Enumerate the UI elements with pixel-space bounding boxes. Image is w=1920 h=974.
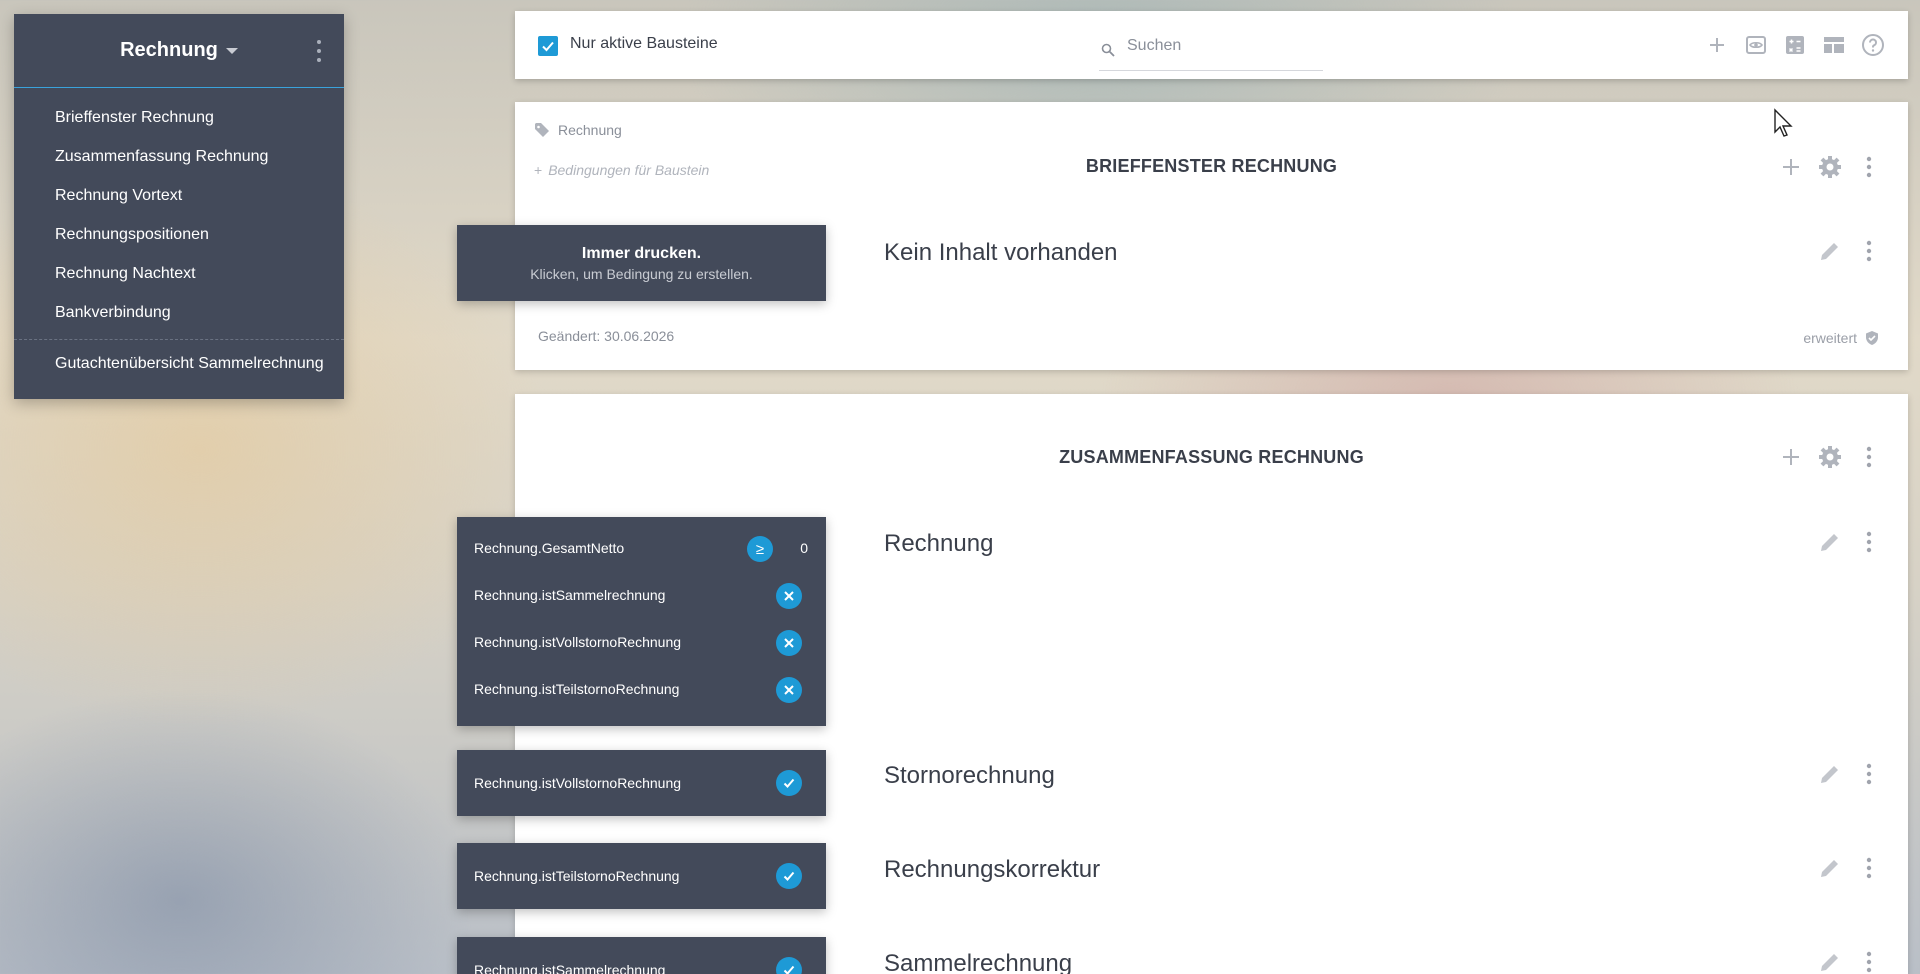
- content-title: Kein Inhalt vorhanden: [884, 239, 1118, 266]
- condition-group-korrektur[interactable]: Rechnung.istTeilstornoRechnung: [457, 843, 826, 909]
- condition-field: Rechnung.istVollstornoRechnung: [474, 775, 682, 791]
- modified-date: Geändert: 30.06.2026: [538, 328, 675, 344]
- sidebar-title[interactable]: Rechnung: [120, 39, 218, 62]
- card-title: ZUSAMMENFASSUNG RECHNUNG: [1059, 447, 1364, 467]
- tag-label: Rechnung: [558, 122, 622, 138]
- chevron-down-icon[interactable]: [225, 47, 238, 54]
- layout-icon[interactable]: [1822, 33, 1846, 57]
- condition-field: Rechnung.istTeilstornoRechnung: [474, 681, 680, 697]
- condition-always-print[interactable]: Immer drucken. Klicken, um Bedingung zu …: [457, 225, 826, 301]
- preview-icon[interactable]: [1744, 33, 1768, 57]
- content-row-title: Sammelrechnung: [884, 950, 1073, 974]
- mouse-pointer-icon: [1774, 108, 1793, 137]
- gear-icon[interactable]: [1817, 444, 1843, 470]
- condition-line[interactable]: Rechnung.istVollstornoRechnung: [457, 619, 826, 666]
- condition-field: Rechnung.istSammelrechnung: [474, 587, 666, 603]
- false-icon[interactable]: [776, 677, 802, 703]
- pencil-icon[interactable]: [1818, 762, 1842, 786]
- condition-field: Rechnung.istVollstornoRechnung: [474, 634, 682, 650]
- false-icon[interactable]: [776, 630, 802, 656]
- tag-icon: [535, 123, 549, 137]
- condition-group-storno[interactable]: Rechnung.istVollstornoRechnung: [457, 750, 826, 816]
- more-vertical-icon[interactable]: [1857, 762, 1881, 786]
- sidebar-divider: [14, 339, 344, 340]
- condition-line[interactable]: Rechnung.istSammelrechnung: [457, 572, 826, 619]
- content-row-title: Rechnung: [884, 530, 994, 557]
- search-input[interactable]: [1127, 37, 1317, 55]
- condition-field: Rechnung.GesamtNetto: [474, 540, 625, 556]
- shield-check-icon: [1866, 331, 1878, 345]
- sidebar-item-nachtext[interactable]: Rechnung Nachtext: [14, 254, 344, 293]
- true-icon[interactable]: [776, 863, 802, 889]
- condition-field: Rechnung.istTeilstornoRechnung: [474, 868, 680, 884]
- content-row-title: Stornorechnung: [884, 762, 1055, 789]
- more-vertical-icon[interactable]: [1857, 239, 1881, 263]
- check-icon: [542, 41, 554, 52]
- sidebar-item-brieffenster[interactable]: Brieffenster Rechnung: [14, 98, 344, 137]
- condition-group-sammel[interactable]: Rechnung.istSammelrechnung: [457, 937, 826, 974]
- more-vertical-icon[interactable]: [1857, 856, 1881, 880]
- more-vertical-icon[interactable]: [1857, 530, 1881, 554]
- condition-line[interactable]: Rechnung.istTeilstornoRechnung: [457, 843, 826, 909]
- sidebar-list: Brieffenster Rechnung Zusammenfassung Re…: [14, 88, 344, 383]
- sidebar-item-positionen[interactable]: Rechnungspositionen: [14, 215, 344, 254]
- sidebar-item-gutachtenuebersicht[interactable]: Gutachtenübersicht Sammelrechnung: [14, 344, 344, 383]
- search-box: [1099, 37, 1323, 71]
- condition-line[interactable]: Rechnung.istSammelrechnung: [457, 937, 826, 974]
- more-vertical-icon[interactable]: [1857, 950, 1881, 974]
- add-icon[interactable]: [1705, 33, 1729, 57]
- calculator-icon[interactable]: [1783, 33, 1807, 57]
- sidebar-item-zusammenfassung[interactable]: Zusammenfassung Rechnung: [14, 137, 344, 176]
- extended-badge[interactable]: erweitert: [1803, 330, 1880, 346]
- sidebar-header[interactable]: Rechnung: [14, 14, 344, 88]
- false-icon[interactable]: [776, 583, 802, 609]
- condition-field: Rechnung.istSammelrechnung: [474, 962, 666, 974]
- condition-line[interactable]: Rechnung.istVollstornoRechnung: [457, 750, 826, 816]
- sidebar: Rechnung Brieffenster Rechnung Zusammenf…: [14, 14, 344, 399]
- search-icon: [1101, 43, 1115, 57]
- pencil-icon[interactable]: [1818, 950, 1842, 974]
- toolbar: Nur aktive Bausteine: [515, 11, 1908, 79]
- pencil-icon[interactable]: [1818, 239, 1842, 263]
- sidebar-item-bankverbindung[interactable]: Bankverbindung: [14, 293, 344, 332]
- true-icon[interactable]: [776, 957, 802, 974]
- more-vertical-icon[interactable]: [316, 40, 322, 62]
- add-icon[interactable]: [1778, 444, 1804, 470]
- condition-line[interactable]: Rechnung.istTeilstornoRechnung: [457, 666, 826, 713]
- more-vertical-icon[interactable]: [1856, 154, 1882, 180]
- add-icon[interactable]: [1778, 154, 1804, 180]
- active-only-label: Nur aktive Bausteine: [570, 35, 718, 52]
- condition-line[interactable]: Rechnung.GesamtNetto ≥ 0: [457, 525, 826, 572]
- true-icon[interactable]: [776, 770, 802, 796]
- pencil-icon[interactable]: [1818, 530, 1842, 554]
- tag-row[interactable]: Rechnung: [534, 122, 622, 138]
- more-vertical-icon[interactable]: [1856, 444, 1882, 470]
- operator-gte-badge[interactable]: ≥: [747, 536, 773, 562]
- condition-value: 0: [800, 540, 808, 556]
- condition-group-rechnung[interactable]: Rechnung.GesamtNetto ≥ 0 Rechnung.istSam…: [457, 517, 826, 726]
- active-only-checkbox[interactable]: [538, 36, 558, 56]
- gear-icon[interactable]: [1817, 154, 1843, 180]
- condition-always-hint: Klicken, um Bedingung zu erstellen.: [530, 266, 753, 282]
- help-icon[interactable]: [1861, 33, 1885, 57]
- card-title: BRIEFFENSTER RECHNUNG: [1085, 156, 1338, 176]
- sidebar-item-vortext[interactable]: Rechnung Vortext: [14, 176, 344, 215]
- extended-label: erweitert: [1803, 330, 1857, 346]
- pencil-icon[interactable]: [1818, 856, 1842, 880]
- condition-always-title: Immer drucken.: [581, 245, 702, 262]
- content-row-title: Rechnungskorrektur: [884, 856, 1101, 883]
